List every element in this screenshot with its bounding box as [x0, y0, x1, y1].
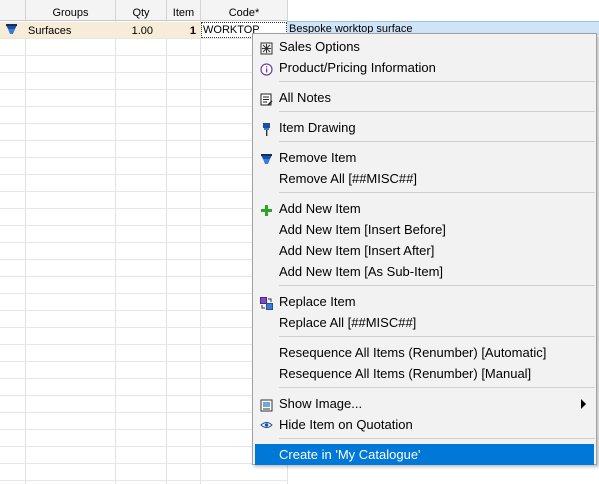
- grid-row-line: [0, 276, 288, 277]
- grid-row-line: [0, 480, 288, 481]
- menu-separator: [279, 111, 595, 112]
- grid-line: [115, 21, 116, 484]
- menu-separator: [279, 438, 595, 439]
- eye-icon: [260, 418, 273, 431]
- menu-item-add-insert-after[interactable]: Add New Item [Insert After]: [255, 240, 594, 261]
- menu-item-item-drawing[interactable]: Item Drawing: [255, 117, 594, 138]
- menu-separator: [279, 285, 595, 286]
- grid-row-line: [0, 38, 288, 39]
- header-groups[interactable]: Groups: [26, 0, 116, 21]
- submenu-arrow-icon: [581, 399, 586, 409]
- menu-item-hide-item[interactable]: Hide Item on Quotation: [255, 414, 594, 435]
- menu-item-label: All Notes: [279, 90, 332, 105]
- header-blank: [288, 0, 599, 21]
- grid-line: [200, 21, 201, 484]
- grid-row-line: [0, 310, 288, 311]
- grid-row-line: [0, 140, 288, 141]
- plus-icon: [260, 202, 273, 216]
- grid-row-line: [0, 395, 288, 396]
- cell-group[interactable]: Surfaces: [28, 22, 114, 38]
- header-icon-column: [0, 0, 26, 21]
- context-menu: Sales Options Product/Pricing Informatio…: [252, 33, 597, 465]
- menu-item-replace-item[interactable]: Replace Item: [255, 291, 594, 312]
- grid-row-line: [0, 412, 288, 413]
- image-icon: [260, 397, 273, 412]
- grid-line: [166, 21, 167, 484]
- menu-item-label: Item Drawing: [279, 120, 356, 135]
- notes-icon: [260, 91, 273, 106]
- menu-separator: [279, 387, 595, 388]
- drawing-pin-icon: [260, 121, 273, 136]
- cell-qty[interactable]: 1.00: [117, 22, 153, 38]
- menu-item-label: Sales Options: [279, 39, 360, 54]
- menu-item-label: Product/Pricing Information: [279, 60, 436, 75]
- menu-item-label: Resequence All Items (Renumber) [Automat…: [279, 345, 547, 360]
- menu-separator: [279, 141, 595, 142]
- menu-item-label: Add New Item [Insert Before]: [279, 222, 446, 237]
- menu-item-label: Replace All [##MISC##]: [279, 315, 417, 330]
- grid-row-line: [0, 191, 288, 192]
- grid-row-line: [0, 208, 288, 209]
- menu-separator: [279, 192, 595, 193]
- menu-item-add-sub-item[interactable]: Add New Item [As Sub-Item]: [255, 261, 594, 282]
- grid-row-line: [0, 259, 288, 260]
- grid-row-line: [0, 378, 288, 379]
- header-code[interactable]: Code*: [201, 0, 288, 21]
- menu-item-resequence-automatic[interactable]: Resequence All Items (Renumber) [Automat…: [255, 342, 594, 363]
- grid-row-line: [0, 327, 288, 328]
- menu-item-remove-item[interactable]: Remove Item: [255, 147, 594, 168]
- menu-item-add-new-item[interactable]: Add New Item: [255, 198, 594, 219]
- menu-item-label: Create in 'My Catalogue': [279, 447, 421, 462]
- grid-row-line: [0, 55, 288, 56]
- grid-row-line: [0, 123, 288, 124]
- grid-line: [25, 21, 26, 484]
- menu-item-all-notes[interactable]: All Notes: [255, 87, 594, 108]
- header-item[interactable]: Item: [167, 0, 201, 21]
- grid-row-line: [0, 463, 288, 464]
- menu-item-show-image[interactable]: Show Image...: [255, 393, 594, 414]
- menu-item-label: Resequence All Items (Renumber) [Manual]: [279, 366, 532, 381]
- menu-item-replace-all[interactable]: Replace All [##MISC##]: [255, 312, 594, 333]
- grid-row-line: [0, 225, 288, 226]
- grid-row-line: [0, 446, 288, 447]
- sales-options-icon: [260, 40, 273, 55]
- basin-icon: [260, 151, 273, 164]
- menu-item-label: Replace Item: [279, 294, 356, 309]
- menu-separator: [279, 336, 595, 337]
- basin-icon: [5, 23, 19, 39]
- grid-row-line: [0, 89, 288, 90]
- replace-icon: [260, 295, 273, 310]
- cell-item[interactable]: 1: [167, 22, 196, 38]
- grid-row-line: [0, 242, 288, 243]
- menu-item-add-insert-before[interactable]: Add New Item [Insert Before]: [255, 219, 594, 240]
- grid-row-line: [0, 72, 288, 73]
- menu-item-create-in-catalogue[interactable]: Create in 'My Catalogue': [255, 444, 594, 465]
- grid-row-line: [0, 361, 288, 362]
- grid-row-line: [0, 174, 288, 175]
- info-icon: [260, 61, 273, 76]
- grid-row-line: [0, 106, 288, 107]
- menu-item-sales-options[interactable]: Sales Options: [255, 36, 594, 57]
- menu-item-product-info[interactable]: Product/Pricing Information: [255, 57, 594, 78]
- menu-item-label: Remove Item: [279, 150, 357, 165]
- menu-item-label: Show Image...: [279, 396, 363, 411]
- menu-separator: [279, 81, 595, 82]
- menu-item-label: Remove All [##MISC##]: [279, 171, 418, 186]
- grid-row-line: [0, 344, 288, 345]
- menu-item-label: Add New Item [Insert After]: [279, 243, 435, 258]
- menu-item-remove-all[interactable]: Remove All [##MISC##]: [255, 168, 594, 189]
- grid-row-line: [0, 157, 288, 158]
- grid-row-line: [0, 429, 288, 430]
- menu-item-label: Add New Item: [279, 201, 361, 216]
- grid-row-line: [0, 293, 288, 294]
- header-qty[interactable]: Qty: [116, 0, 167, 21]
- menu-item-label: Hide Item on Quotation: [279, 417, 413, 432]
- menu-item-label: Add New Item [As Sub-Item]: [279, 264, 444, 279]
- menu-item-resequence-manual[interactable]: Resequence All Items (Renumber) [Manual]: [255, 363, 594, 384]
